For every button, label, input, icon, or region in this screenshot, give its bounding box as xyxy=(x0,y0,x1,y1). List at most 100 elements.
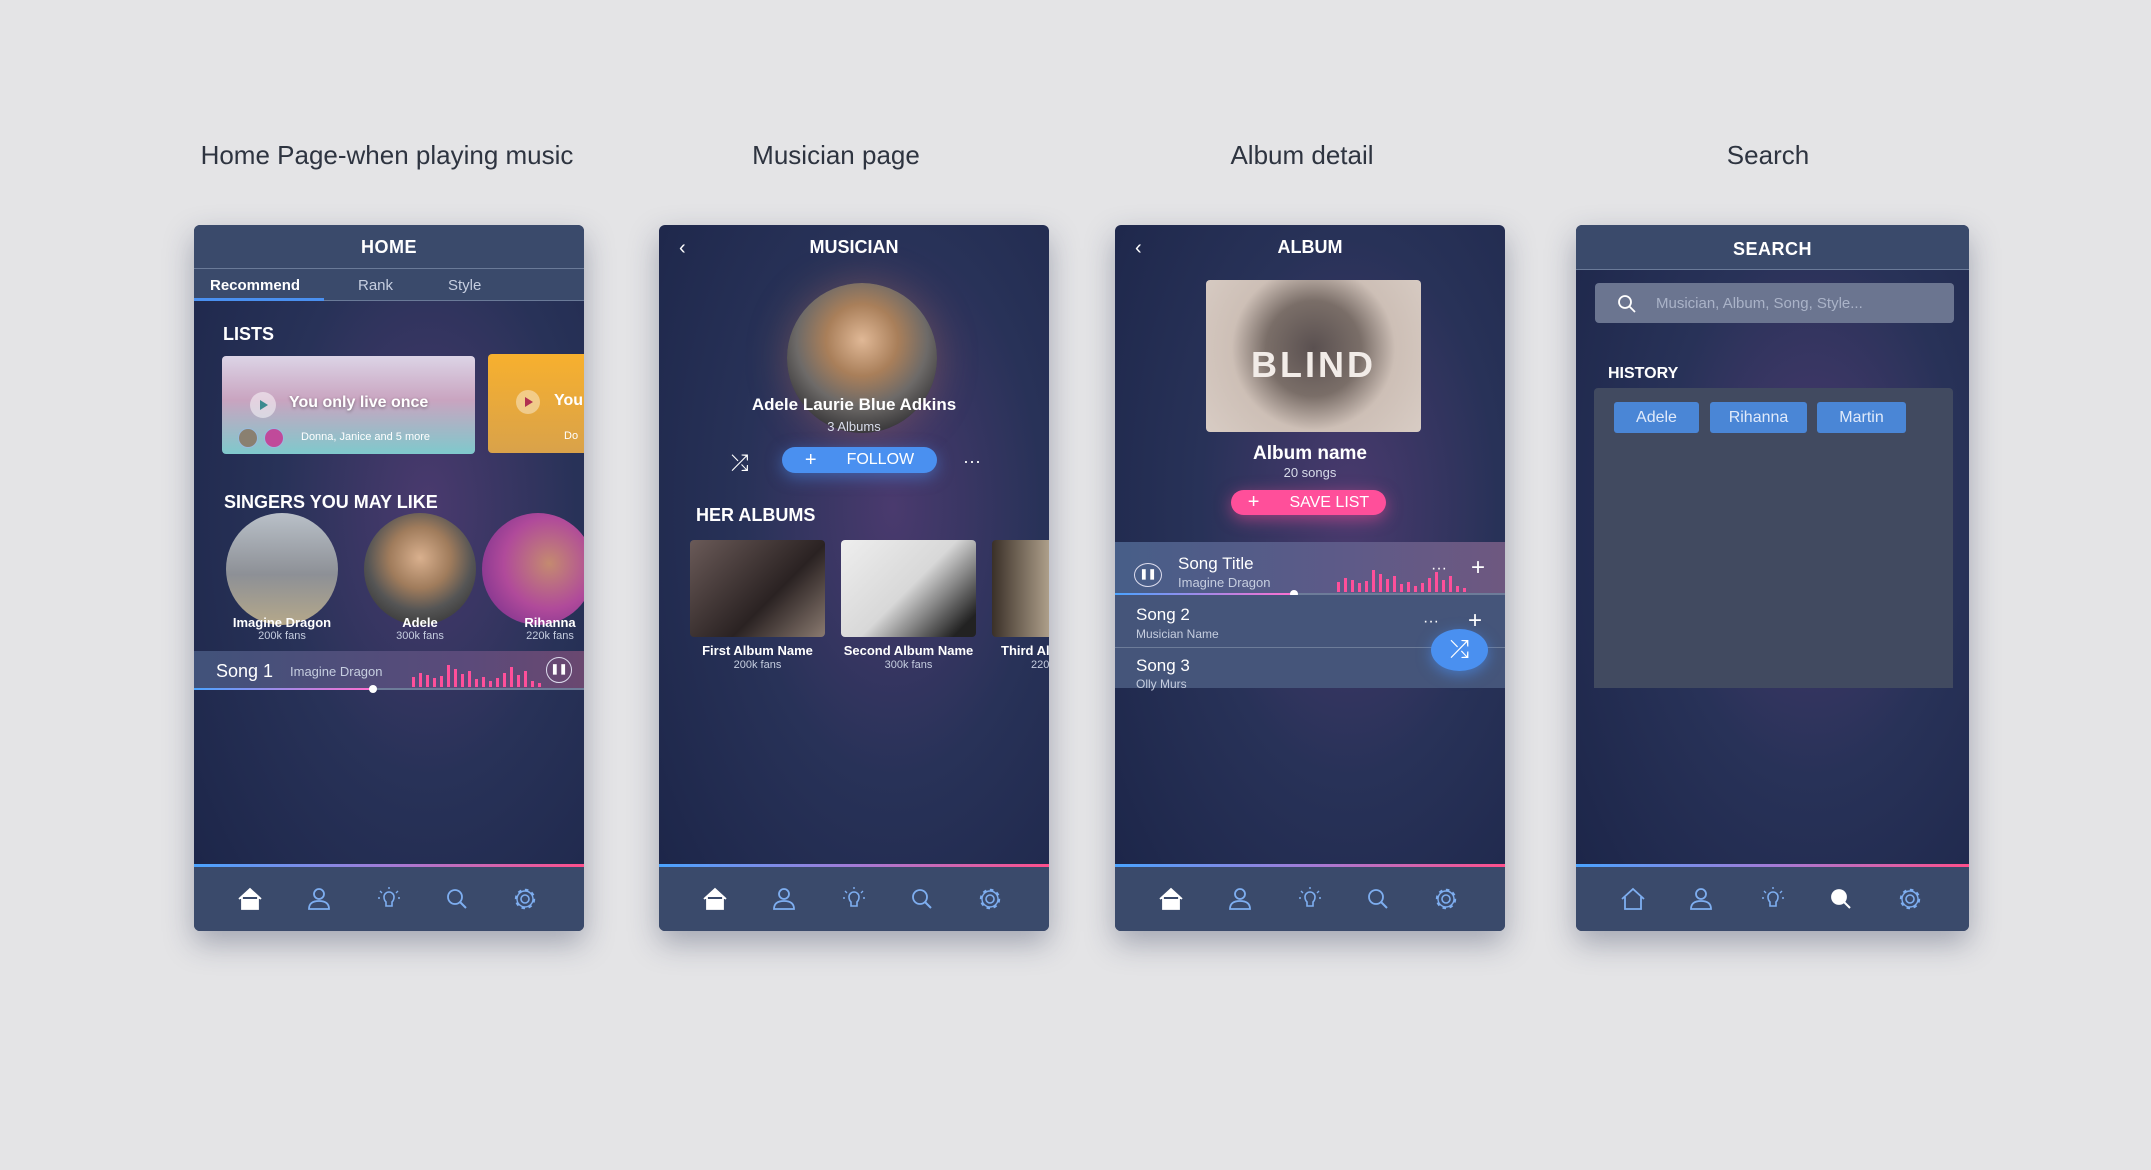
page-title: ALBUM xyxy=(1277,237,1343,257)
singer-name: Rihanna xyxy=(524,615,576,630)
equalizer-bar xyxy=(503,673,506,687)
tab-bar: Recommend Rank Style xyxy=(194,269,584,301)
screen-title-musician: Musician page xyxy=(752,140,920,170)
equalizer-bar xyxy=(1344,578,1347,592)
equalizer-bar xyxy=(1456,586,1459,592)
home-icon[interactable] xyxy=(1619,885,1647,913)
settings-icon[interactable] xyxy=(1432,885,1460,913)
play-icon[interactable] xyxy=(250,392,276,418)
album-cover[interactable] xyxy=(841,540,976,637)
profile-icon[interactable] xyxy=(305,885,333,913)
song-title: Song 3 xyxy=(1136,656,1190,675)
equalizer-bar xyxy=(475,679,478,687)
album-cover: BLIND xyxy=(1206,280,1421,432)
mini-player[interactable]: Song 1 Imagine Dragon ❚❚ xyxy=(194,651,584,689)
page-title: SEARCH xyxy=(1576,225,1969,270)
albums-count: 3 Albums xyxy=(827,419,881,434)
singers-heading: SINGERS YOU MAY LIKE xyxy=(224,492,438,512)
search-icon[interactable] xyxy=(1827,885,1855,913)
save-list-button[interactable]: + SAVE LIST xyxy=(1231,490,1386,515)
pause-button[interactable]: ❚❚ xyxy=(546,657,572,683)
equalizer-bar xyxy=(531,681,534,687)
bottom-nav xyxy=(194,864,584,931)
home-icon[interactable] xyxy=(236,885,264,913)
singer-name: Adele xyxy=(402,615,438,630)
equalizer-bar xyxy=(489,681,492,687)
album-name: Second Album Name xyxy=(843,643,974,658)
home-icon[interactable] xyxy=(701,885,729,913)
singer-avatar-rihanna[interactable] xyxy=(482,513,584,625)
lightbulb-icon[interactable] xyxy=(375,885,403,913)
equalizer-bar xyxy=(426,675,429,687)
history-chip[interactable]: Adele xyxy=(1614,402,1699,433)
add-icon[interactable]: + xyxy=(1471,554,1485,582)
equalizer-bar xyxy=(468,671,471,687)
lightbulb-icon[interactable] xyxy=(840,885,868,913)
list-subtitle: Do xyxy=(564,430,579,442)
follow-label: FOLLOW xyxy=(846,451,915,468)
equalizer-bar xyxy=(419,673,422,687)
screen-title-home: Home Page-when playing music xyxy=(200,140,574,170)
equalizer-bar xyxy=(447,665,450,687)
lists-heading: LISTS xyxy=(223,324,275,344)
tab-recommend[interactable]: Recommend xyxy=(210,277,300,294)
settings-icon[interactable] xyxy=(976,885,1004,913)
more-icon[interactable]: ··· xyxy=(1431,560,1447,578)
lightbulb-icon[interactable] xyxy=(1759,885,1787,913)
bottom-nav xyxy=(1115,864,1505,931)
equalizer-bar xyxy=(496,678,499,687)
plus-icon: + xyxy=(1247,491,1260,513)
equalizer-bar xyxy=(538,683,541,687)
home-icon[interactable] xyxy=(1157,885,1185,913)
equalizer-bar xyxy=(510,667,513,687)
profile-icon[interactable] xyxy=(1226,885,1254,913)
settings-icon[interactable] xyxy=(1896,885,1924,913)
equalizer-bar xyxy=(1358,583,1361,592)
pause-button[interactable]: ❚❚ xyxy=(1134,563,1162,587)
equalizer-bar xyxy=(524,671,527,687)
play-icon[interactable] xyxy=(516,390,540,414)
list-title: You xyxy=(554,392,584,409)
profile-icon[interactable] xyxy=(1687,885,1715,913)
more-icon[interactable]: ··· xyxy=(1423,613,1439,631)
screen-title-album: Album detail xyxy=(1230,140,1374,170)
musician-name: Adele Laurie Blue Adkins xyxy=(751,395,957,414)
search-icon[interactable] xyxy=(443,885,471,913)
musician-screen: ‹ MUSICIAN Adele Laurie Blue Adkins 3 Al… xyxy=(659,225,1049,931)
avatar xyxy=(264,428,284,448)
progress-knob[interactable] xyxy=(369,685,378,693)
tab-rank[interactable]: Rank xyxy=(358,277,393,294)
lightbulb-icon[interactable] xyxy=(1296,885,1324,913)
search-icon[interactable] xyxy=(1364,885,1392,913)
bottom-nav xyxy=(1576,864,1969,931)
singer-name: Imagine Dragon xyxy=(232,615,332,630)
search-icon[interactable] xyxy=(908,885,936,913)
list-subtitle: Donna, Janice and 5 more xyxy=(301,431,431,443)
history-chip[interactable]: Martin xyxy=(1817,402,1906,433)
progress-track[interactable] xyxy=(194,685,584,693)
list-card[interactable]: You Do xyxy=(488,354,584,453)
list-title: You only live once xyxy=(289,394,429,411)
shuffle-fab[interactable]: ⤮ xyxy=(1431,629,1488,671)
singer-avatar-imagine-dragon[interactable] xyxy=(226,513,338,625)
equalizer-bar xyxy=(1365,581,1368,592)
more-icon[interactable]: ··· xyxy=(963,451,981,472)
tab-underline xyxy=(194,298,324,301)
album-cover[interactable] xyxy=(690,540,825,637)
page-title: HOME xyxy=(194,225,584,269)
song-row-playing[interactable]: ❚❚ Song Title Imagine Dragon ··· + xyxy=(1115,542,1505,594)
equalizer-bar xyxy=(1442,580,1445,592)
profile-icon[interactable] xyxy=(770,885,798,913)
list-card[interactable]: You only live once Donna, Janice and 5 m… xyxy=(222,356,475,454)
singer-fans: 200k fans xyxy=(258,630,306,642)
tab-style[interactable]: Style xyxy=(448,277,481,294)
album-cover[interactable] xyxy=(992,540,1049,637)
shuffle-icon[interactable]: ⤮ xyxy=(731,450,749,476)
song-count: 20 songs xyxy=(1283,465,1337,480)
singer-avatar-adele[interactable] xyxy=(364,513,476,625)
follow-button[interactable]: + FOLLOW xyxy=(782,447,937,473)
equalizer-bar xyxy=(1372,570,1375,592)
settings-icon[interactable] xyxy=(511,885,539,913)
history-chip[interactable]: Rihanna xyxy=(1710,402,1807,433)
search-input[interactable]: Musician, Album, Song, Style... xyxy=(1595,283,1954,323)
